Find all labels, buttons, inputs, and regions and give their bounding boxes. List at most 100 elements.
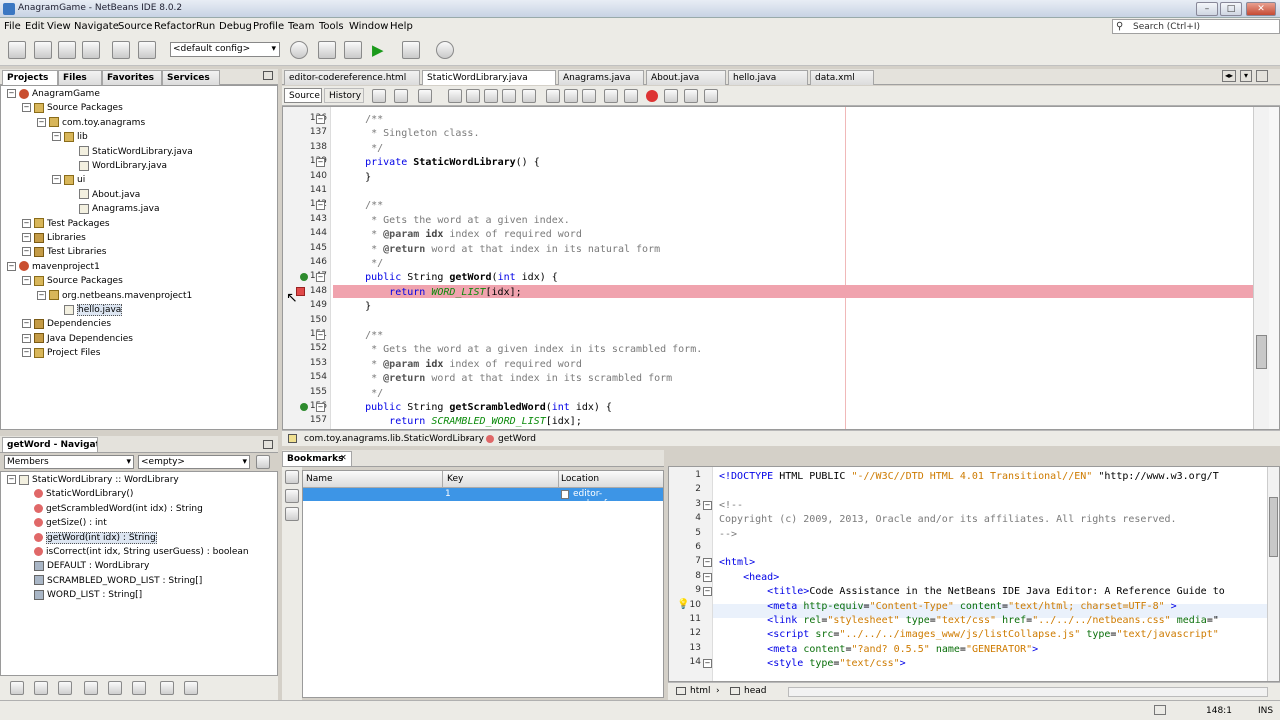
navigator-item[interactable]: getSize() : int bbox=[22, 517, 107, 530]
tree-item[interactable]: hello.java bbox=[52, 304, 123, 317]
expand-toggle-icon[interactable]: − bbox=[37, 117, 46, 127]
shift-right-icon[interactable] bbox=[624, 89, 638, 103]
table-row[interactable]: 1 editor-codereferenc... bbox=[303, 488, 663, 509]
tree-item[interactable]: StaticWordLibrary.java bbox=[67, 146, 193, 159]
breadcrumb-class[interactable]: com.toy.anagrams.lib.StaticWordLibrary bbox=[304, 434, 484, 444]
next-bookmark-icon[interactable] bbox=[564, 89, 578, 103]
line-number[interactable]: 146 bbox=[295, 257, 327, 267]
navigator-item[interactable]: getWord(int idx) : String bbox=[22, 531, 157, 545]
editor-scrollbar[interactable] bbox=[1253, 107, 1269, 429]
line-number[interactable]: 137 bbox=[295, 127, 327, 137]
code-fold-icon[interactable]: − bbox=[703, 500, 712, 510]
code-fold-icon[interactable]: − bbox=[316, 403, 325, 412]
last-edit-icon[interactable] bbox=[372, 89, 386, 103]
open-project-icon[interactable] bbox=[58, 41, 76, 59]
refresh-icon[interactable] bbox=[285, 470, 299, 484]
clean-build-icon[interactable] bbox=[344, 41, 362, 59]
globe-icon[interactable] bbox=[290, 41, 308, 59]
menu-tools[interactable]: Tools bbox=[319, 21, 344, 32]
line-number[interactable]: 4 bbox=[669, 513, 701, 523]
line-number[interactable]: 8 bbox=[669, 571, 701, 581]
code-line[interactable]: * Singleton class. bbox=[341, 127, 479, 141]
minimize-button[interactable]: – bbox=[1196, 2, 1218, 16]
filter-fields-icon[interactable] bbox=[10, 681, 24, 695]
line-number[interactable]: 1 bbox=[669, 470, 701, 480]
run-project-icon[interactable]: ▶ bbox=[372, 41, 384, 59]
code-line[interactable]: <style type="text/css"> bbox=[719, 657, 906, 671]
tree-item[interactable]: WordLibrary.java bbox=[67, 160, 167, 173]
code-line[interactable]: */ bbox=[341, 257, 383, 271]
code-line[interactable]: * @param idx index of required word bbox=[341, 228, 582, 242]
code-fold-icon[interactable]: − bbox=[316, 273, 325, 283]
navigator-options-icon[interactable] bbox=[256, 455, 270, 469]
new-file-icon[interactable] bbox=[8, 41, 26, 59]
html-scrollbar[interactable] bbox=[1267, 467, 1279, 681]
code-fold-icon[interactable]: − bbox=[703, 572, 712, 582]
expand-toggle-icon[interactable]: − bbox=[7, 89, 16, 98]
code-line[interactable]: <title>Code Assistance in the NetBeans I… bbox=[719, 585, 1225, 599]
code-line[interactable]: --> bbox=[719, 528, 737, 542]
tree-item[interactable]: Anagrams.java bbox=[67, 203, 159, 216]
members-select[interactable]: Members ▾ bbox=[4, 455, 134, 469]
line-number[interactable]: 138 bbox=[295, 142, 327, 152]
navigator-title[interactable]: getWord - Navigator bbox=[2, 437, 98, 452]
java-editor[interactable]: 136−137138139−140141142−143144145146147−… bbox=[282, 106, 1280, 430]
code-line[interactable]: /** bbox=[341, 199, 383, 213]
column-key[interactable]: Key bbox=[443, 471, 559, 488]
menu-view[interactable]: View bbox=[47, 21, 71, 32]
tree-item[interactable]: − Dependencies bbox=[22, 318, 111, 331]
code-line[interactable]: * @return word at that index in its natu… bbox=[341, 243, 660, 257]
filter-options-icon[interactable] bbox=[184, 681, 198, 695]
code-line[interactable]: Copyright (c) 2009, 2013, Oracle and/or … bbox=[719, 513, 1177, 527]
expand-toggle-icon[interactable]: − bbox=[52, 132, 61, 142]
breadcrumb-method[interactable]: getWord bbox=[498, 434, 536, 444]
menu-help[interactable]: Help bbox=[390, 21, 413, 32]
tab-hello[interactable]: hello.java bbox=[728, 70, 808, 85]
line-number[interactable]: 150 bbox=[295, 315, 327, 325]
new-project-icon[interactable] bbox=[34, 41, 52, 59]
code-line[interactable]: <head> bbox=[719, 571, 779, 585]
filter-nonpublic-icon[interactable] bbox=[58, 681, 72, 695]
tab-services[interactable]: Services bbox=[162, 70, 220, 85]
navigator-item[interactable]: StaticWordLibrary() bbox=[22, 488, 133, 501]
line-number[interactable]: 5 bbox=[669, 528, 701, 538]
code-line[interactable]: */ bbox=[341, 142, 383, 156]
scroll-thumb[interactable] bbox=[1269, 497, 1278, 557]
line-number[interactable]: 11 bbox=[669, 614, 701, 624]
menu-source[interactable]: Source bbox=[118, 21, 152, 32]
code-line[interactable]: <link rel="stylesheet" type="text/css" h… bbox=[719, 614, 1219, 628]
menu-edit[interactable]: Edit bbox=[25, 21, 44, 32]
tab-favorites[interactable]: Favorites bbox=[102, 70, 162, 85]
code-fold-icon[interactable]: − bbox=[316, 331, 325, 340]
toggle-highlight-icon[interactable] bbox=[502, 89, 516, 103]
undo-icon[interactable] bbox=[112, 41, 130, 59]
search-input[interactable]: Search (Ctrl+I) bbox=[1133, 22, 1200, 32]
previous-bookmark-icon[interactable] bbox=[546, 89, 560, 103]
code-line[interactable]: * Gets the word at a given index. bbox=[341, 214, 570, 228]
tab-staticwordlibrary[interactable]: StaticWordLibrary.java bbox=[422, 70, 556, 85]
code-line[interactable]: return WORD_LIST[idx]; bbox=[341, 286, 521, 300]
line-number[interactable]: 149 bbox=[295, 300, 327, 310]
forward-icon[interactable] bbox=[418, 89, 432, 103]
breadcrumb-html[interactable]: html bbox=[690, 686, 711, 696]
tree-item[interactable]: − org.netbeans.mavenproject1 bbox=[37, 290, 192, 303]
expand-toggle-icon[interactable]: − bbox=[22, 319, 31, 329]
tree-item[interactable]: − ui bbox=[52, 174, 85, 187]
code-line[interactable]: /** bbox=[341, 329, 383, 343]
line-number[interactable]: 143 bbox=[295, 214, 327, 224]
menu-window[interactable]: Window bbox=[349, 21, 388, 32]
expand-toggle-icon[interactable]: − bbox=[52, 175, 61, 185]
debug-project-icon[interactable] bbox=[402, 41, 420, 59]
line-number[interactable]: 155 bbox=[295, 387, 327, 397]
start-macro-icon[interactable] bbox=[646, 90, 658, 102]
show-opened-documents-icon[interactable]: ▾ bbox=[1240, 70, 1252, 82]
build-hammer-icon[interactable] bbox=[318, 41, 336, 59]
navigator-item[interactable]: SCRAMBLED_WORD_LIST : String[] bbox=[22, 575, 202, 588]
expand-toggle-icon[interactable]: − bbox=[7, 475, 16, 484]
code-fold-icon[interactable]: − bbox=[703, 659, 712, 669]
code-line[interactable]: * @return word at that index in its scra… bbox=[341, 372, 672, 386]
filter-inherited-icon[interactable] bbox=[84, 681, 98, 695]
line-number[interactable]: 141 bbox=[295, 185, 327, 195]
line-number[interactable]: 12 bbox=[669, 628, 701, 638]
code-fold-icon[interactable]: − bbox=[316, 115, 325, 124]
